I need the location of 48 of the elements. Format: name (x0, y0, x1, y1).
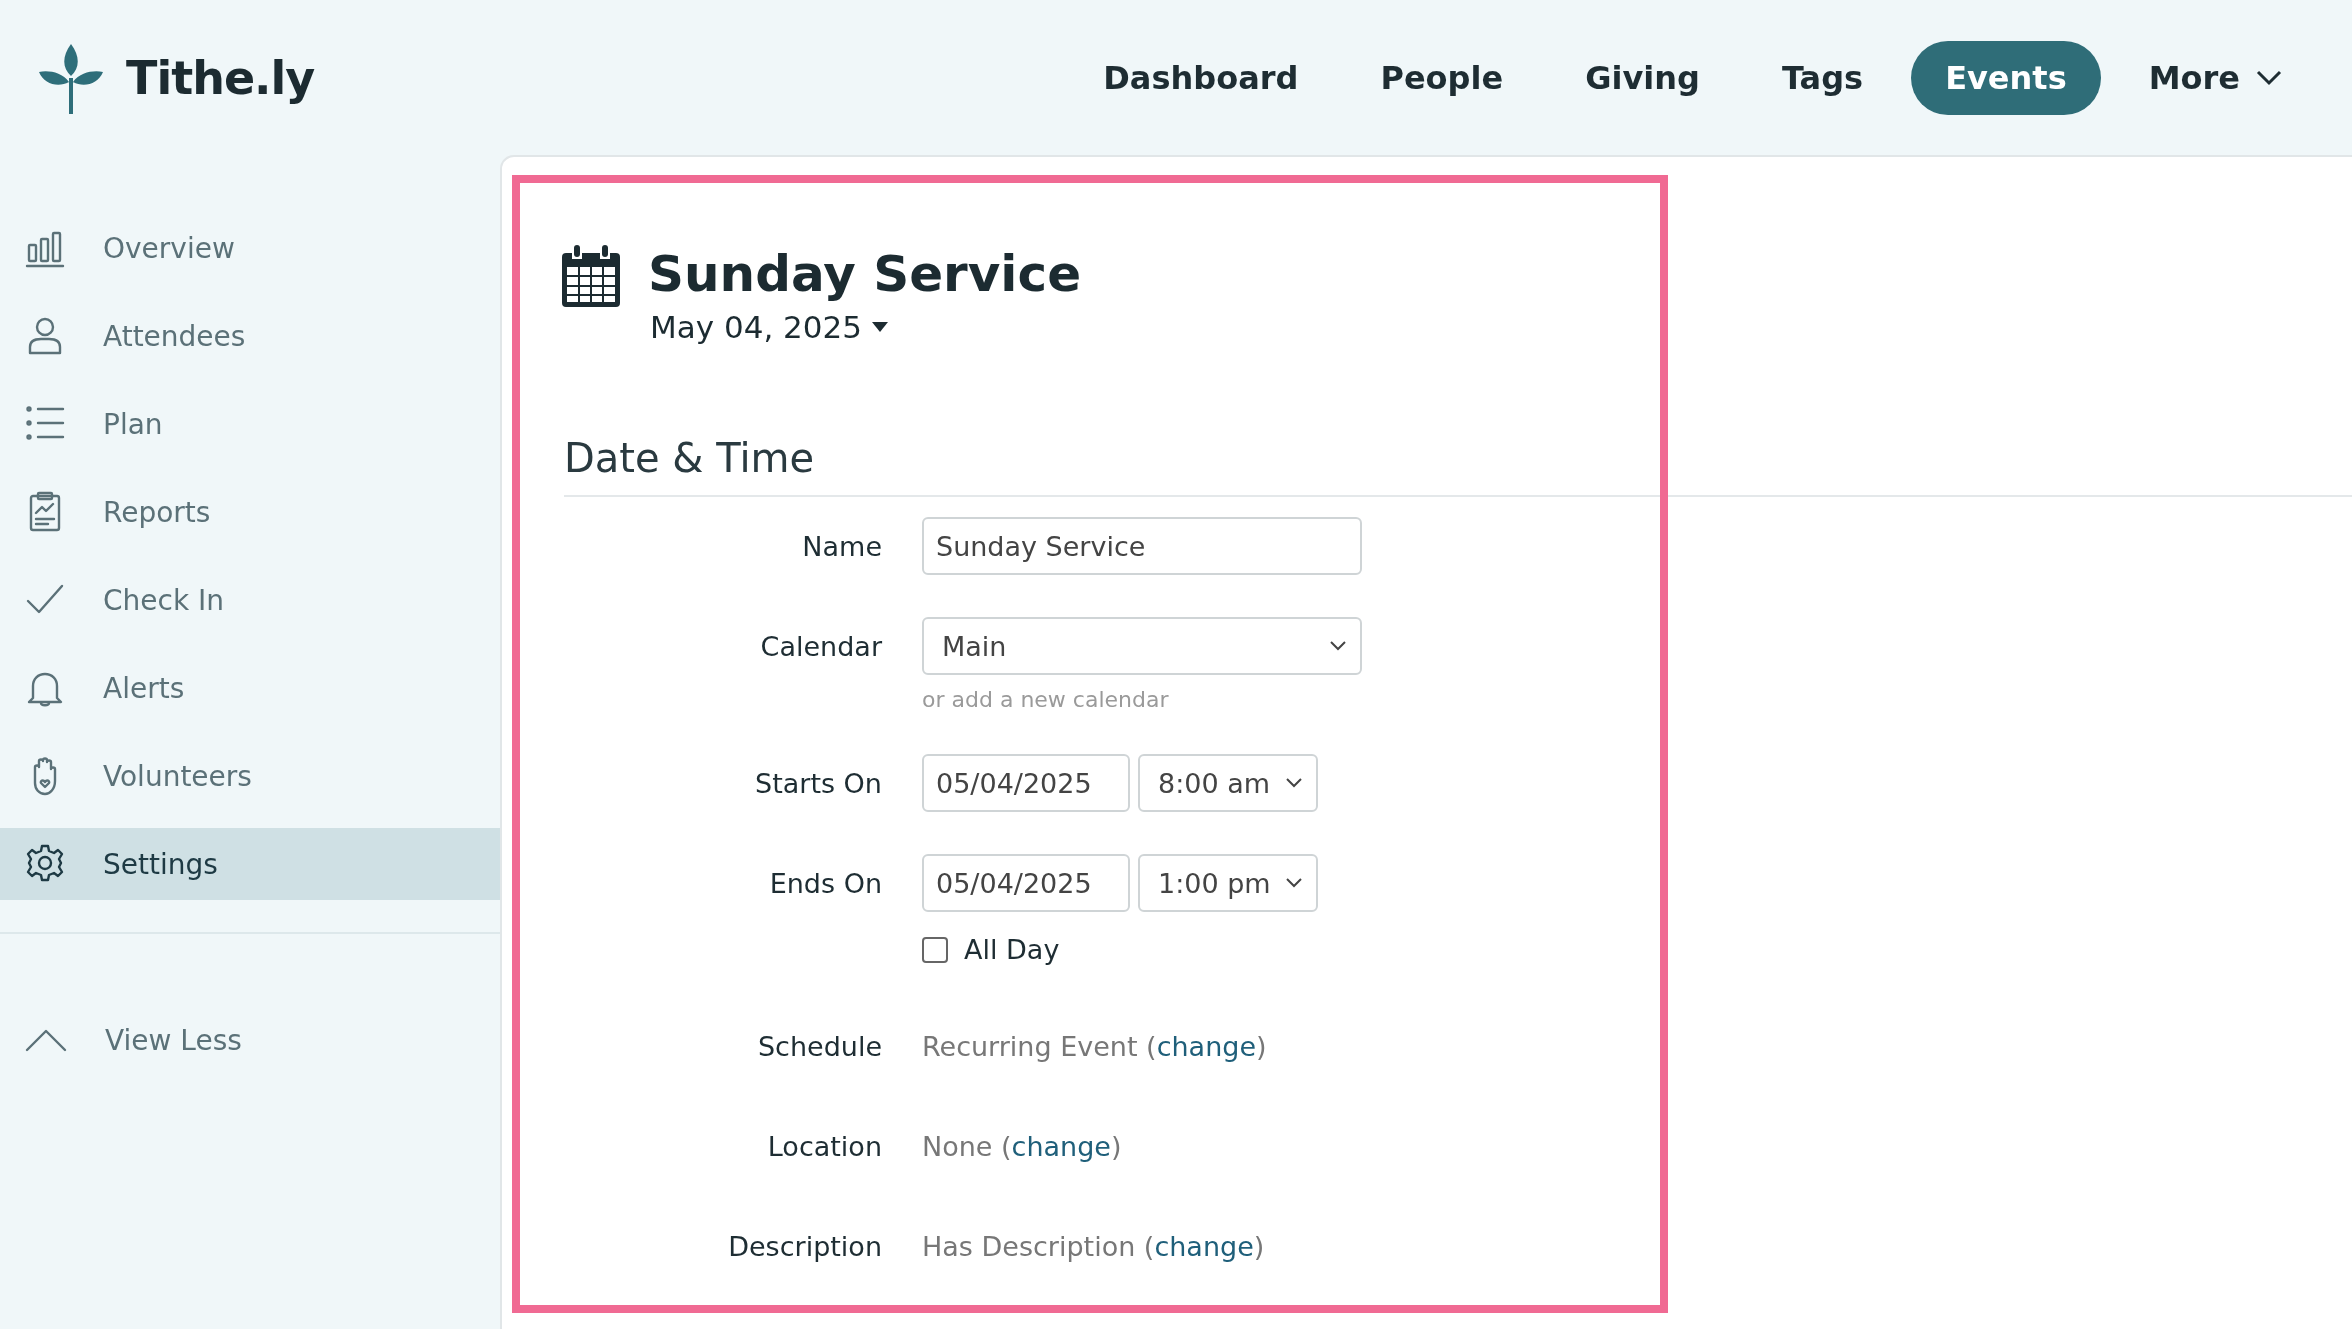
input-field[interactable]: Sunday Service (922, 517, 1362, 575)
checkbox[interactable] (922, 936, 948, 963)
date-dropdown[interactable]: May 04, 2025 (650, 309, 888, 345)
nav-tab[interactable]: Giving (1551, 40, 1734, 115)
field-value: Has Description (change) (922, 1230, 1265, 1262)
nav-tab[interactable]: Dashboard (1069, 40, 1333, 115)
caret-icon (872, 322, 888, 332)
change-link[interactable]: change (1154, 1230, 1254, 1262)
brand-name: Tithe.ly (126, 50, 315, 105)
nav-tab[interactable]: Events (1911, 40, 2101, 115)
date-field[interactable]: 05/04/2025 (922, 854, 1130, 912)
chevron-down-icon (2256, 69, 2282, 86)
all-day-checkbox[interactable]: All Day (922, 934, 2352, 965)
sidebar-item[interactable]: Alerts (0, 652, 500, 724)
chevron-up-icon (25, 1028, 67, 1052)
sidebar-item[interactable]: Overview (0, 212, 500, 284)
view-less-toggle[interactable]: View Less (0, 1004, 500, 1076)
nav-tab[interactable]: People (1346, 40, 1538, 115)
chevron-down-icon (1286, 778, 1302, 788)
field-value: None (change) (922, 1130, 1122, 1162)
date-field[interactable]: 05/04/2025 (922, 754, 1130, 812)
select-field[interactable]: Main (922, 617, 1362, 675)
time-select[interactable]: 1:00 pm (1138, 854, 1318, 912)
nav-tab[interactable]: Tags (1747, 40, 1898, 115)
field-label: Description (727, 1230, 882, 1262)
nav-tab[interactable]: More (2114, 40, 2316, 115)
field-label: Location (766, 1130, 882, 1162)
sidebar-item[interactable]: Plan (0, 388, 500, 460)
sidebar-item[interactable]: Volunteers (0, 740, 500, 812)
sidebar-item[interactable]: Reports (0, 476, 500, 548)
add-calendar-hint: or add a new calendar (922, 687, 1170, 712)
sidebar-item[interactable]: Check In (0, 564, 500, 636)
field-label: Schedule (756, 1030, 882, 1062)
event-title: Sunday Service (648, 245, 1082, 303)
field-label: Calendar (759, 630, 882, 662)
field-value: Recurring Event (change) (922, 1030, 1267, 1062)
calendar-icon (562, 245, 620, 307)
sidebar-item[interactable]: Settings (0, 828, 500, 900)
change-link[interactable]: change (1011, 1130, 1111, 1162)
chevron-down-icon (1330, 641, 1346, 651)
section-heading: Date & Time (564, 433, 2352, 497)
chevron-down-icon (1286, 878, 1302, 888)
field-label: Starts On (754, 767, 882, 799)
change-link[interactable]: change (1156, 1030, 1257, 1062)
sidebar-item[interactable]: Attendees (0, 300, 500, 372)
field-label: Name (801, 530, 882, 562)
field-label: Ends On (768, 867, 882, 899)
time-select[interactable]: 8:00 am (1138, 754, 1318, 812)
